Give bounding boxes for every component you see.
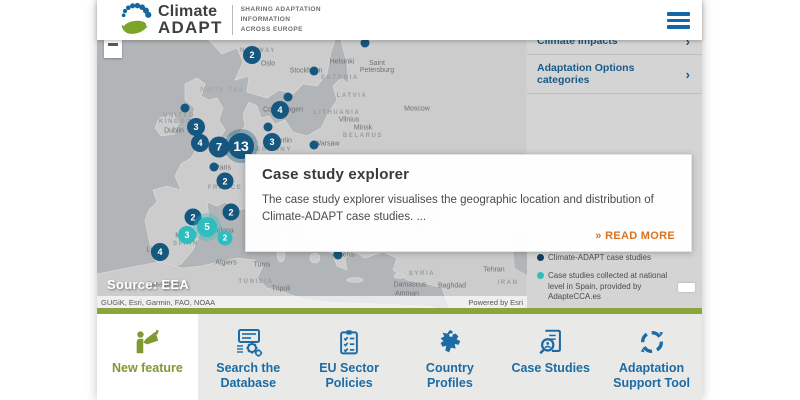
scrollbar-thumb[interactable] <box>678 283 695 292</box>
legend-dot <box>537 272 544 279</box>
card-body: The case study explorer visualises the g… <box>262 192 675 225</box>
cluster-marker[interactable]: 2 <box>218 231 233 246</box>
map-legend: Climate-ADAPT case studies Case studies c… <box>537 253 679 310</box>
card-title: Case study explorer <box>262 166 675 183</box>
cluster-marker[interactable]: 4 <box>271 101 289 119</box>
header-tagline: SHARING ADAPTATIONINFORMATIONACROSS EURO… <box>232 5 321 35</box>
legend-label: Climate-ADAPT case studies <box>548 253 651 264</box>
legend-label: Case studies collected at national level… <box>548 271 679 303</box>
point-marker[interactable] <box>264 123 273 132</box>
case-study-magnifier-icon <box>536 325 566 359</box>
nav-tab-adaptation-support-tool[interactable]: Adaptation Support Tool <box>601 314 702 400</box>
cluster-marker[interactable]: 4 <box>191 134 209 152</box>
point-marker[interactable] <box>310 67 319 76</box>
point-marker[interactable] <box>284 93 293 102</box>
cluster-marker[interactable]: 4 <box>151 243 169 261</box>
map-zoom-out-button[interactable] <box>104 40 122 58</box>
map-attribution: GUGiK, Esri, Garmin, FAO, NOAA Powered b… <box>97 296 527 308</box>
logo-line2: ADAPT <box>158 20 223 36</box>
bottom-navigation: New feature Search the Database EU Sector … <box>97 314 702 400</box>
nav-tab-search-the-database[interactable]: Search the Database <box>198 314 299 400</box>
sidebar-item-label: Adaptation Options categories <box>537 62 686 86</box>
nav-tab-label: EU Sector Policies <box>303 361 395 391</box>
cluster-marker[interactable]: 3 <box>263 133 281 151</box>
nav-tab-label: Case Studies <box>505 361 597 376</box>
nav-tab-eu-sector-policies[interactable]: EU Sector Policies <box>299 314 400 400</box>
cluster-marker[interactable]: 7 <box>209 137 230 158</box>
map-source-label: Source: EEA <box>107 277 189 292</box>
point-marker[interactable] <box>210 163 219 172</box>
climate-adapt-logo-icon <box>117 2 153 38</box>
chevron-right-icon: › <box>686 70 690 79</box>
search-database-icon <box>232 325 264 359</box>
europe-map-icon <box>435 325 465 359</box>
cluster-marker[interactable]: 2 <box>217 173 234 190</box>
cluster-marker[interactable]: 2 <box>223 204 240 221</box>
point-marker[interactable] <box>181 104 190 113</box>
tagline-line: SHARING ADAPTATION <box>241 5 321 15</box>
nav-tab-country-profiles[interactable]: Country Profiles <box>399 314 500 400</box>
hamburger-menu-icon[interactable] <box>667 12 690 29</box>
cycle-arrows-icon <box>637 325 667 359</box>
nav-tab-label: Search the Database <box>202 361 294 391</box>
climate-adapt-logo[interactable]: Climate ADAPT SHARING ADAPTATIONINFORMAT… <box>117 2 321 38</box>
site-header: Climate ADAPT SHARING ADAPTATIONINFORMAT… <box>97 0 702 40</box>
nav-tab-label: Adaptation Support Tool <box>606 361 698 391</box>
sidebar-item-adaptation-options-categories[interactable]: Adaptation Options categories› <box>527 55 702 94</box>
nav-tab-label: New feature <box>101 361 193 376</box>
cluster-marker[interactable]: 5 <box>197 217 217 237</box>
clipboard-checklist-icon <box>335 325 363 359</box>
legend-dot <box>537 254 544 261</box>
cluster-marker[interactable]: 3 <box>187 118 205 136</box>
nav-tab-case-studies[interactable]: Case Studies <box>500 314 601 400</box>
nav-tab-label: Country Profiles <box>404 361 496 391</box>
read-more-link[interactable]: » READ MORE <box>595 230 675 242</box>
megaphone-icon <box>132 325 162 359</box>
nav-tab-new-feature[interactable]: New feature <box>97 314 198 400</box>
map-attribution-left: GUGiK, Esri, Garmin, FAO, NOAA <box>101 298 215 307</box>
legend-item: Case studies collected at national level… <box>537 271 679 303</box>
climate-adapt-page: NORWAYOsloHelsinkiSaint PetersburgStockh… <box>0 0 800 400</box>
cluster-marker[interactable]: 2 <box>243 46 261 64</box>
logo-wordmark: Climate ADAPT <box>158 4 223 35</box>
tagline-line: ACROSS EUROPE <box>241 25 321 35</box>
cluster-marker[interactable]: 3 <box>178 226 196 244</box>
point-marker[interactable] <box>310 141 319 150</box>
tagline-line: INFORMATION <box>241 15 321 25</box>
case-study-explorer-card: Case study explorer The case study explo… <box>245 154 692 252</box>
legend-item: Climate-ADAPT case studies <box>537 253 679 264</box>
map-attribution-esri: Powered by Esri <box>468 298 523 307</box>
